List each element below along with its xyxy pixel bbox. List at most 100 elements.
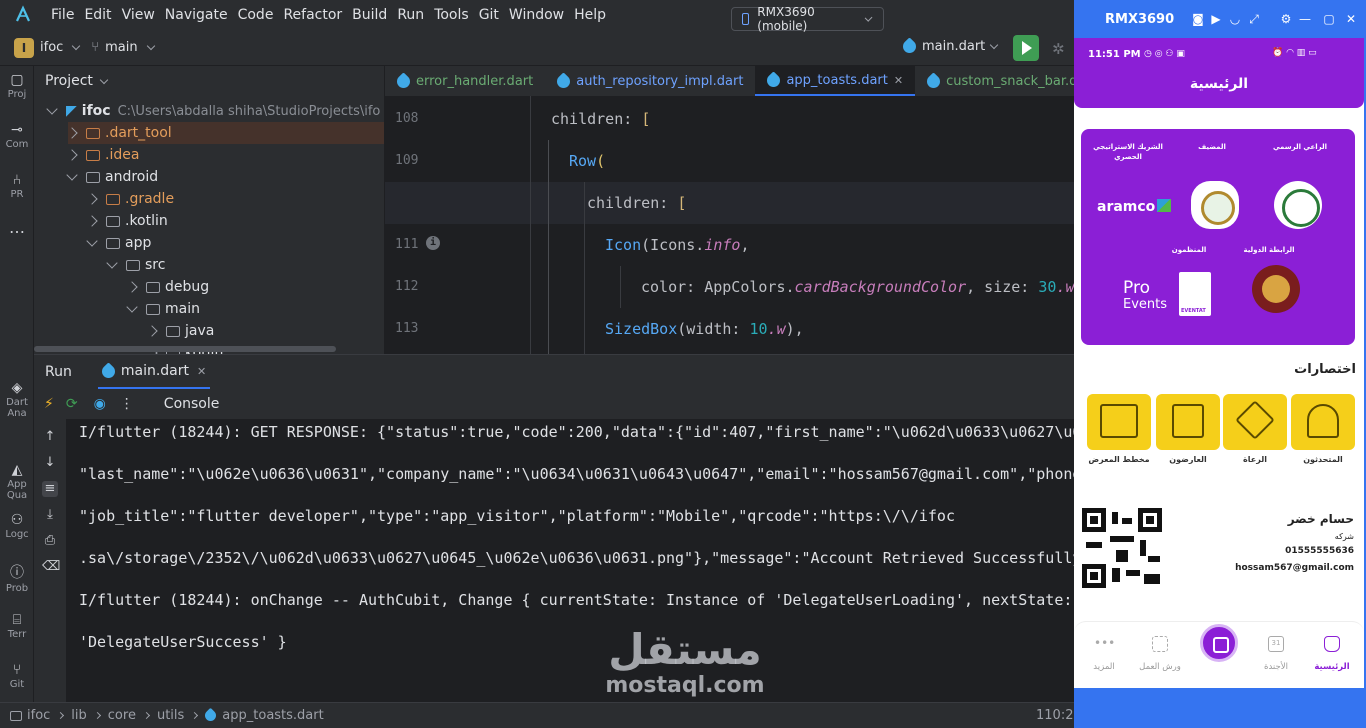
close-icon[interactable]: ✕ — [197, 365, 206, 378]
trash-icon[interactable]: ⌫ — [42, 559, 60, 575]
tree-root[interactable]: ◤ ifoc C:\Users\abdalla shiha\StudioProj… — [46, 100, 380, 122]
app-quality-icon: ◭ — [11, 462, 23, 478]
folder-icon — [86, 127, 100, 139]
menu-build[interactable]: Build — [352, 7, 387, 23]
terminal-tool-button[interactable]: ⌸ Terr — [0, 612, 34, 640]
breadcrumb-item[interactable]: core — [108, 708, 136, 723]
logcat-tool-button[interactable]: ⚇ Logc — [0, 512, 34, 540]
nav-workshops[interactable]: ورش العمل — [1130, 662, 1190, 672]
debug-icon[interactable]: ✲ — [1052, 40, 1065, 58]
maximize-icon[interactable]: ▢ — [1322, 12, 1336, 26]
shortcut-exhibitors[interactable] — [1156, 394, 1220, 450]
intl-league-logo — [1252, 265, 1300, 313]
shortcut-speakers[interactable] — [1291, 394, 1355, 450]
arrow-up-icon[interactable]: ↑ — [42, 429, 58, 445]
problems-tool-button[interactable]: ⓘ Prob — [0, 562, 34, 594]
menu-code[interactable]: Code — [238, 7, 274, 23]
horizontal-scrollbar[interactable] — [34, 346, 336, 352]
menu-run[interactable]: Run — [397, 7, 424, 23]
menu-git[interactable]: Git — [479, 7, 499, 23]
code-line-113[interactable]: SizedBox(width: 10.w), — [605, 308, 804, 350]
project-badge[interactable]: I — [14, 37, 34, 58]
shortcut-floor-plan[interactable] — [1087, 394, 1151, 450]
tab-auth-repository-impl[interactable]: auth_repository_impl.dart — [545, 66, 755, 96]
breadcrumb-item[interactable]: ifoc — [27, 708, 50, 723]
tree-item-debug[interactable]: debug — [126, 276, 209, 298]
branch-selector[interactable]: main — [105, 40, 137, 55]
hot-reload-icon[interactable]: ⚡ — [44, 396, 54, 412]
run-tab-main[interactable]: main.dart ✕ — [97, 355, 211, 389]
dart-analysis-tool-button[interactable]: ◈ Dart Ana — [0, 380, 34, 419]
tree-item-gradle[interactable]: .gradle — [86, 188, 174, 210]
shortcut-sponsors[interactable] — [1223, 394, 1287, 450]
arrow-down-icon[interactable]: ↓ — [42, 455, 58, 471]
menu-navigate[interactable]: Navigate — [165, 7, 228, 23]
code-line-108[interactable]: children: [ — [551, 98, 650, 140]
project-tool-button[interactable]: ▢ Proj — [0, 72, 34, 100]
label-official-sponsor: الراعي الرسمي — [1272, 143, 1328, 151]
expand-arrow-icon — [46, 103, 58, 115]
scroll-to-end-icon[interactable]: ⤓ — [42, 507, 58, 523]
device-selector[interactable]: RMX3690 (mobile) — [731, 5, 884, 33]
tab-app-toasts[interactable]: app_toasts.dart ✕ — [755, 66, 916, 96]
headphones-icon[interactable]: ◡ — [1228, 12, 1242, 26]
tree-item-app[interactable]: app — [86, 232, 151, 254]
tree-item-dart-tool[interactable]: .dart_tool — [66, 122, 384, 144]
project-selector[interactable]: ifoc — [40, 40, 63, 55]
breadcrumb-item[interactable]: lib — [71, 708, 86, 723]
soft-wrap-icon[interactable]: ≡ — [42, 481, 58, 497]
caret-position[interactable]: 110:26 — [1036, 708, 1074, 723]
sponsors-card[interactable]: الراعي الرسمي المضيف الشريك الاستراتيجي … — [1081, 129, 1355, 345]
tree-item-android[interactable]: android — [66, 166, 158, 188]
run-tool-window: Run main.dart ✕ ⚡ ⟳ ◉ ⋮ Console ↑ ↓ ≡ ⤓ … — [34, 354, 1074, 703]
menu-refactor[interactable]: Refactor — [283, 7, 342, 23]
git-tool-button[interactable]: ⑂ Git — [0, 662, 34, 690]
nav-agenda[interactable]: الأجندة — [1246, 662, 1306, 672]
editor-tabs: error_handler.dart auth_repository_impl.… — [385, 66, 1074, 96]
gear-icon[interactable]: ⚙ — [1279, 12, 1293, 26]
close-icon[interactable]: ✕ — [894, 74, 903, 87]
tree-item-main[interactable]: main — [126, 298, 200, 320]
nav-home[interactable]: الرئيسية — [1302, 662, 1362, 672]
pull-requests-tool-button[interactable]: ⑃ PR — [0, 172, 34, 200]
print-icon[interactable]: ⎙ — [42, 533, 58, 549]
info-gutter-icon[interactable]: i — [426, 236, 440, 250]
run-config-selector[interactable]: main.dart — [900, 37, 1009, 56]
video-icon[interactable]: ▶ — [1209, 12, 1223, 26]
tab-error-handler[interactable]: error_handler.dart — [385, 66, 545, 96]
more-options-icon[interactable]: ⋮ — [120, 396, 134, 412]
label-international-league: الرابطة الدولية — [1243, 246, 1295, 254]
console-tab[interactable]: Console — [164, 396, 220, 412]
run-button[interactable] — [1013, 35, 1039, 61]
menu-edit[interactable]: Edit — [84, 7, 111, 23]
tree-item-java[interactable]: java — [146, 320, 214, 342]
tab-custom-snack-bar[interactable]: custom_snack_bar.dart — [915, 66, 1074, 96]
scan-qr-fab[interactable] — [1200, 624, 1238, 662]
app-quality-tool-button[interactable]: ◭ App Qua — [0, 462, 34, 501]
minimize-icon[interactable]: — — [1298, 12, 1312, 26]
breadcrumb-item[interactable]: app_toasts.dart — [222, 708, 323, 723]
menu-help[interactable]: Help — [574, 7, 606, 23]
breadcrumb-item[interactable]: utils — [157, 708, 184, 723]
code-line-109[interactable]: Row( — [569, 140, 605, 182]
commit-tool-button[interactable]: ⊸ Com — [0, 122, 34, 150]
menu-file[interactable]: File — [51, 7, 74, 23]
menu-window[interactable]: Window — [509, 7, 564, 23]
tree-item-idea[interactable]: .idea — [66, 144, 139, 166]
expand-arrow-icon — [126, 281, 138, 293]
more-tools-button[interactable]: … — [0, 218, 34, 237]
expand-icon[interactable]: ⤢ — [1247, 12, 1261, 26]
code-line-110[interactable]: children: [ — [587, 182, 686, 224]
project-panel-header[interactable]: Project — [34, 66, 384, 96]
menu-view[interactable]: View — [122, 7, 155, 23]
nav-more[interactable]: المزيد — [1074, 662, 1134, 672]
hot-restart-icon[interactable]: ⟳ — [66, 396, 78, 412]
code-line-111[interactable]: Icon(Icons.info, — [605, 224, 750, 266]
menu-tools[interactable]: Tools — [434, 7, 469, 23]
code-line-112[interactable]: color: AppColors.cardBackgroundColor, si… — [641, 266, 1074, 308]
camera-icon[interactable]: ◙ — [1191, 12, 1205, 26]
tree-item-kotlin-hidden[interactable]: .kotlin — [86, 210, 168, 232]
devtools-icon[interactable]: ◉ — [94, 396, 106, 412]
tree-item-src[interactable]: src — [106, 254, 165, 276]
close-icon[interactable]: ✕ — [1344, 12, 1358, 26]
